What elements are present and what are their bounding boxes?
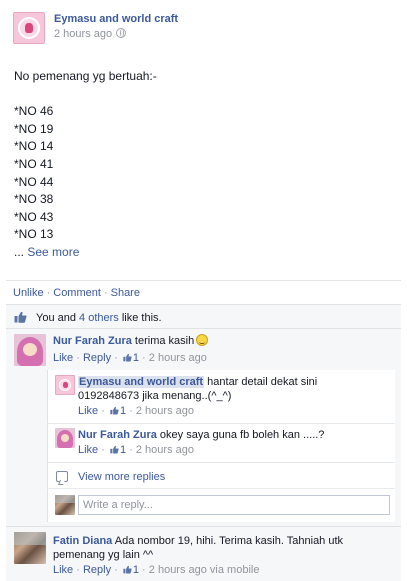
like-count-icon bbox=[110, 406, 119, 415]
page-name-link[interactable]: Eymasu and world craft bbox=[54, 13, 178, 25]
ellipsis: ... bbox=[14, 244, 28, 259]
avatar-photo-detail bbox=[14, 532, 46, 545]
divider bbox=[6, 280, 401, 281]
commenter-avatar[interactable] bbox=[14, 334, 46, 366]
commenter-avatar[interactable] bbox=[14, 532, 46, 564]
likes-suffix: like this. bbox=[118, 312, 162, 324]
like-count[interactable]: 1 bbox=[120, 444, 126, 456]
reply-time[interactable]: 2 hours ago bbox=[136, 405, 194, 417]
like-comment-link[interactable]: Like bbox=[53, 564, 73, 576]
post-line: *NO 41 bbox=[14, 156, 54, 171]
reply-meta: Like · 1 · 2 hours ago bbox=[78, 444, 194, 456]
comment-meta: Like · Reply · 1 · 2 hours ago bbox=[53, 352, 207, 364]
comment-time[interactable]: 2 hours ago bbox=[149, 352, 207, 364]
like-reply-link[interactable]: Like bbox=[78, 405, 98, 417]
reply-time[interactable]: 2 hours ago bbox=[136, 444, 194, 456]
likes-prefix: You and bbox=[36, 312, 80, 324]
logo-figure bbox=[25, 23, 33, 33]
reply-avatar[interactable] bbox=[55, 375, 75, 395]
reply-input[interactable] bbox=[78, 495, 390, 515]
reply-body-line2: 0192848673 jika menang..(^_^) bbox=[78, 390, 232, 402]
separator: · bbox=[103, 287, 108, 299]
post-line: *NO 38 bbox=[14, 192, 54, 207]
avatar-photo-detail bbox=[55, 495, 75, 503]
avatar-face bbox=[23, 343, 37, 356]
comment-author-link[interactable]: Nur Farah Zura bbox=[53, 335, 132, 347]
unlike-link[interactable]: Unlike bbox=[13, 287, 44, 299]
comment-body-line2: pemenang yg lain ^^ bbox=[53, 549, 154, 561]
like-count[interactable]: 1 bbox=[133, 352, 139, 364]
reply-text: Nur Farah Zura okey saya guna fb boleh k… bbox=[78, 428, 324, 442]
divider bbox=[47, 462, 395, 463]
comment-author-link[interactable]: Fatin Diana bbox=[53, 535, 112, 547]
see-more-line: ... See more bbox=[14, 244, 394, 262]
comment-meta: Like · Reply · 1 · 2 hours ago via mobil… bbox=[53, 564, 260, 576]
others-link[interactable]: 4 others bbox=[79, 312, 119, 324]
smile-icon bbox=[196, 334, 209, 346]
post-time-text[interactable]: 2 hours ago bbox=[54, 28, 112, 40]
reply-text: Eymasu and world craft hantar detail dek… bbox=[78, 375, 317, 389]
post-line-blank bbox=[14, 86, 394, 104]
like-count[interactable]: 1 bbox=[120, 405, 126, 417]
reply-body: okey saya guna fb boleh kan .....? bbox=[159, 429, 325, 441]
view-more-replies-link[interactable]: View more replies bbox=[78, 471, 165, 483]
separator: · bbox=[46, 287, 51, 299]
comment-link[interactable]: Comment bbox=[53, 287, 101, 299]
avatar-face bbox=[61, 434, 69, 442]
current-user-avatar bbox=[55, 495, 75, 515]
like-count-icon bbox=[123, 565, 132, 574]
like-comment-link[interactable]: Like bbox=[53, 352, 73, 364]
like-count-icon bbox=[110, 445, 119, 454]
divider bbox=[6, 526, 401, 527]
post-line: *NO 43 bbox=[14, 209, 54, 224]
like-reply-link[interactable]: Like bbox=[78, 444, 98, 456]
share-link[interactable]: Share bbox=[111, 287, 140, 299]
page-avatar[interactable] bbox=[13, 12, 45, 44]
logo-figure bbox=[63, 382, 68, 388]
comment-body: terima kasih bbox=[134, 335, 195, 347]
post-timestamp: 2 hours ago bbox=[54, 28, 127, 40]
post-line: *NO 19 bbox=[14, 121, 54, 136]
post-line: *NO 13 bbox=[14, 227, 54, 242]
like-count[interactable]: 1 bbox=[133, 564, 139, 576]
post-line: *NO 14 bbox=[14, 139, 54, 154]
comment-time[interactable]: 2 hours ago via mobile bbox=[149, 564, 260, 576]
post-line: No pemenang yg bertuah:- bbox=[14, 69, 157, 83]
comment-body-line1: Ada nombor 19, hihi. Terima kasih. Tahni… bbox=[114, 535, 344, 547]
divider bbox=[47, 488, 395, 489]
like-count-icon bbox=[123, 353, 132, 362]
thumbs-up-icon bbox=[14, 311, 27, 323]
replies-icon bbox=[56, 471, 68, 482]
see-more-link[interactable]: See more bbox=[27, 245, 79, 259]
globe-icon bbox=[116, 28, 127, 38]
reply-link[interactable]: Reply bbox=[83, 564, 111, 576]
post-line: *NO 46 bbox=[14, 104, 54, 119]
likes-summary: You and 4 others like this. bbox=[6, 307, 401, 329]
post-line: *NO 44 bbox=[14, 174, 54, 189]
post-action-bar: Unlike · Comment · Share bbox=[13, 287, 140, 299]
reply-author-link[interactable]: Eymasu and world craft bbox=[78, 376, 205, 388]
reply-avatar[interactable] bbox=[55, 428, 75, 448]
reply-link[interactable]: Reply bbox=[83, 352, 111, 364]
post-body: No pemenang yg bertuah:- *NO 46 *NO 19 *… bbox=[14, 68, 394, 262]
reply-author-link[interactable]: Nur Farah Zura bbox=[78, 429, 157, 441]
reply-meta: Like · 1 · 2 hours ago bbox=[78, 405, 194, 417]
comment-text: Fatin Diana Ada nombor 19, hihi. Terima … bbox=[53, 534, 343, 548]
likes-text: You and 4 others like this. bbox=[36, 312, 162, 324]
comment-text: Nur Farah Zura terima kasih bbox=[53, 334, 209, 348]
reply-body-line1: hantar detail dekat sini bbox=[207, 376, 318, 388]
divider bbox=[47, 423, 395, 424]
